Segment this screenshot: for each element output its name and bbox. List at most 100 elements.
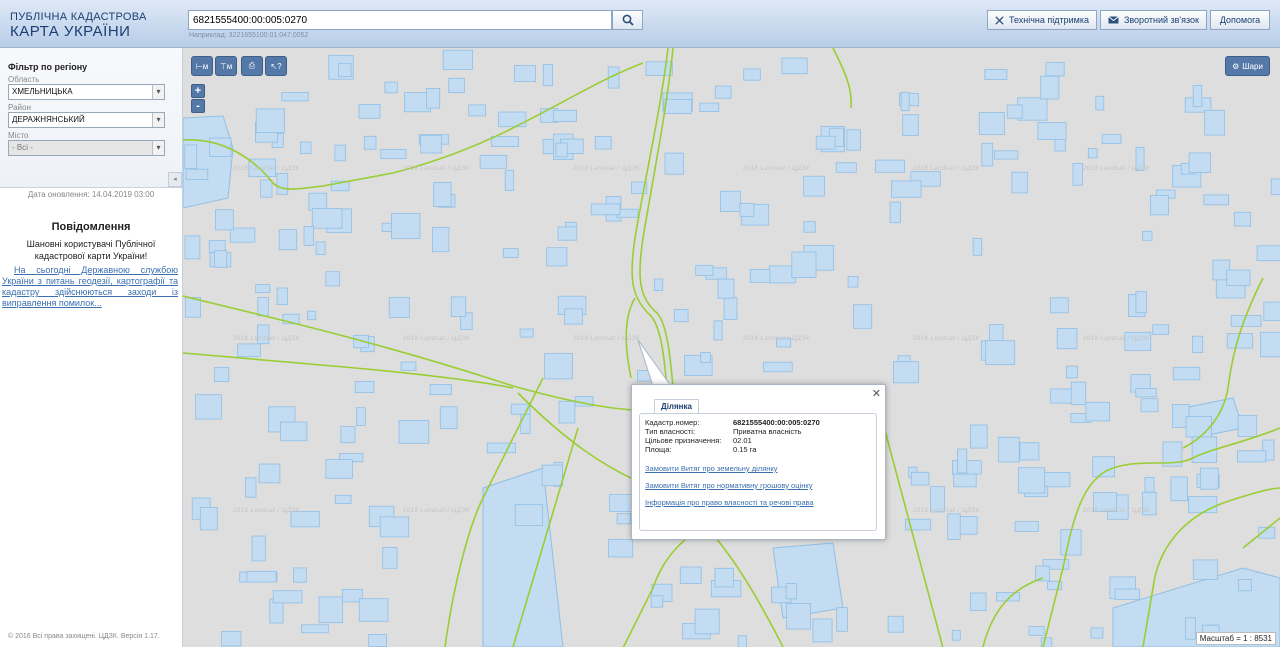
map-layer[interactable] [183,48,1280,647]
land-parcel[interactable] [993,150,1019,160]
land-parcel[interactable] [1170,476,1189,502]
land-parcel[interactable] [835,162,857,173]
land-parcel[interactable] [1144,477,1155,493]
land-parcel[interactable] [429,384,452,396]
land-parcel[interactable] [337,63,352,77]
land-parcel[interactable] [278,229,298,251]
land-parcel[interactable] [1142,230,1153,241]
land-parcel[interactable] [184,144,198,170]
land-parcel[interactable] [502,248,519,258]
land-parcel[interactable] [1070,381,1087,406]
print-tool[interactable]: ⎙ [241,56,263,76]
land-parcel[interactable] [713,320,723,341]
land-parcel[interactable] [699,102,720,112]
land-parcel[interactable] [1045,62,1065,77]
land-parcel[interactable] [1028,626,1045,636]
land-parcel[interactable] [368,634,387,647]
land-parcel[interactable] [380,149,407,160]
land-parcel[interactable] [1087,148,1098,159]
land-parcel[interactable] [1066,365,1079,379]
land-parcel[interactable] [334,144,346,162]
land-parcel[interactable] [1226,269,1251,287]
land-parcel[interactable] [1152,324,1170,335]
land-parcel[interactable] [1203,194,1229,206]
land-parcel[interactable] [229,227,256,243]
layers-button[interactable]: ⚙ Шари [1225,56,1270,76]
land-parcel[interactable] [246,570,277,583]
land-parcel[interactable] [891,180,922,198]
land-parcel[interactable] [504,169,514,191]
land-parcel[interactable] [1260,331,1280,358]
land-parcel[interactable] [1256,245,1280,262]
land-parcel[interactable] [1234,211,1251,227]
city-select[interactable]: - Всі - ▾ [8,140,165,156]
land-parcel[interactable] [325,271,340,287]
land-parcel[interactable] [257,296,269,317]
land-parcel[interactable] [714,567,734,588]
land-parcel[interactable] [363,135,377,150]
land-parcel[interactable] [763,361,793,373]
land-parcel[interactable] [1188,496,1218,514]
land-parcel[interactable] [679,566,702,584]
land-parcel[interactable] [300,141,312,154]
land-parcel[interactable] [1237,450,1267,463]
land-parcel[interactable] [276,172,289,195]
land-parcel[interactable] [558,400,576,424]
land-parcel[interactable] [546,247,568,267]
land-parcel[interactable] [281,92,309,102]
land-parcel[interactable] [564,308,583,325]
land-parcel[interactable] [1237,415,1258,437]
land-parcel[interactable] [215,209,234,231]
land-parcel[interactable] [442,49,474,70]
land-parcel[interactable] [498,111,527,128]
land-parcel[interactable] [1172,366,1201,381]
land-parcel[interactable] [1085,401,1110,422]
land-parcel[interactable] [700,352,711,363]
land-parcel[interactable] [255,284,271,294]
land-parcel[interactable] [984,69,1008,81]
land-parcel[interactable] [482,467,564,647]
land-parcel[interactable] [245,477,257,498]
zoom-in-button[interactable]: + [191,84,205,98]
support-button[interactable]: Технічна підтримка [987,10,1097,30]
land-parcel[interactable] [255,108,285,134]
land-parcel[interactable] [388,296,410,318]
land-parcel[interactable] [1090,627,1104,639]
land-parcel[interactable] [1006,104,1023,119]
land-parcel[interactable] [970,424,988,449]
land-parcel[interactable] [251,535,266,562]
land-parcel[interactable] [1270,178,1280,195]
land-parcel[interactable] [785,583,797,600]
land-parcel[interactable] [448,77,465,93]
land-parcel[interactable] [978,112,1005,135]
land-parcel[interactable] [185,168,209,180]
land-parcel[interactable] [650,595,664,608]
land-parcel[interactable] [315,241,326,255]
land-parcel[interactable] [663,98,692,114]
land-parcel[interactable] [382,547,398,569]
land-parcel[interactable] [1011,171,1028,194]
land-parcel[interactable] [541,464,563,487]
land-parcel[interactable] [276,287,288,306]
land-parcel[interactable] [590,203,621,216]
order-parcel-extract-link[interactable]: Замовити Витяг про земельну ділянку [645,464,871,473]
tab-parcel[interactable]: Ділянка [654,399,699,413]
land-parcel[interactable] [1092,456,1115,478]
land-parcel[interactable] [542,63,553,87]
land-parcel[interactable] [486,442,516,454]
land-parcel[interactable] [970,592,987,611]
land-parcel[interactable] [695,264,714,276]
land-parcel[interactable] [847,276,859,288]
land-parcel[interactable] [425,88,441,109]
land-parcel[interactable] [1018,467,1046,494]
land-parcel[interactable] [199,507,218,531]
land-parcel[interactable] [1050,297,1069,314]
land-parcel[interactable] [815,135,836,150]
land-parcel[interactable] [910,471,930,486]
land-parcel[interactable] [739,203,755,217]
land-parcel[interactable] [358,598,389,622]
land-parcel[interactable] [645,61,673,76]
land-parcel[interactable] [479,154,508,169]
region-select[interactable]: ХМЕЛЬНИЦЬКА ▾ [8,84,165,100]
land-parcel[interactable] [400,361,417,371]
